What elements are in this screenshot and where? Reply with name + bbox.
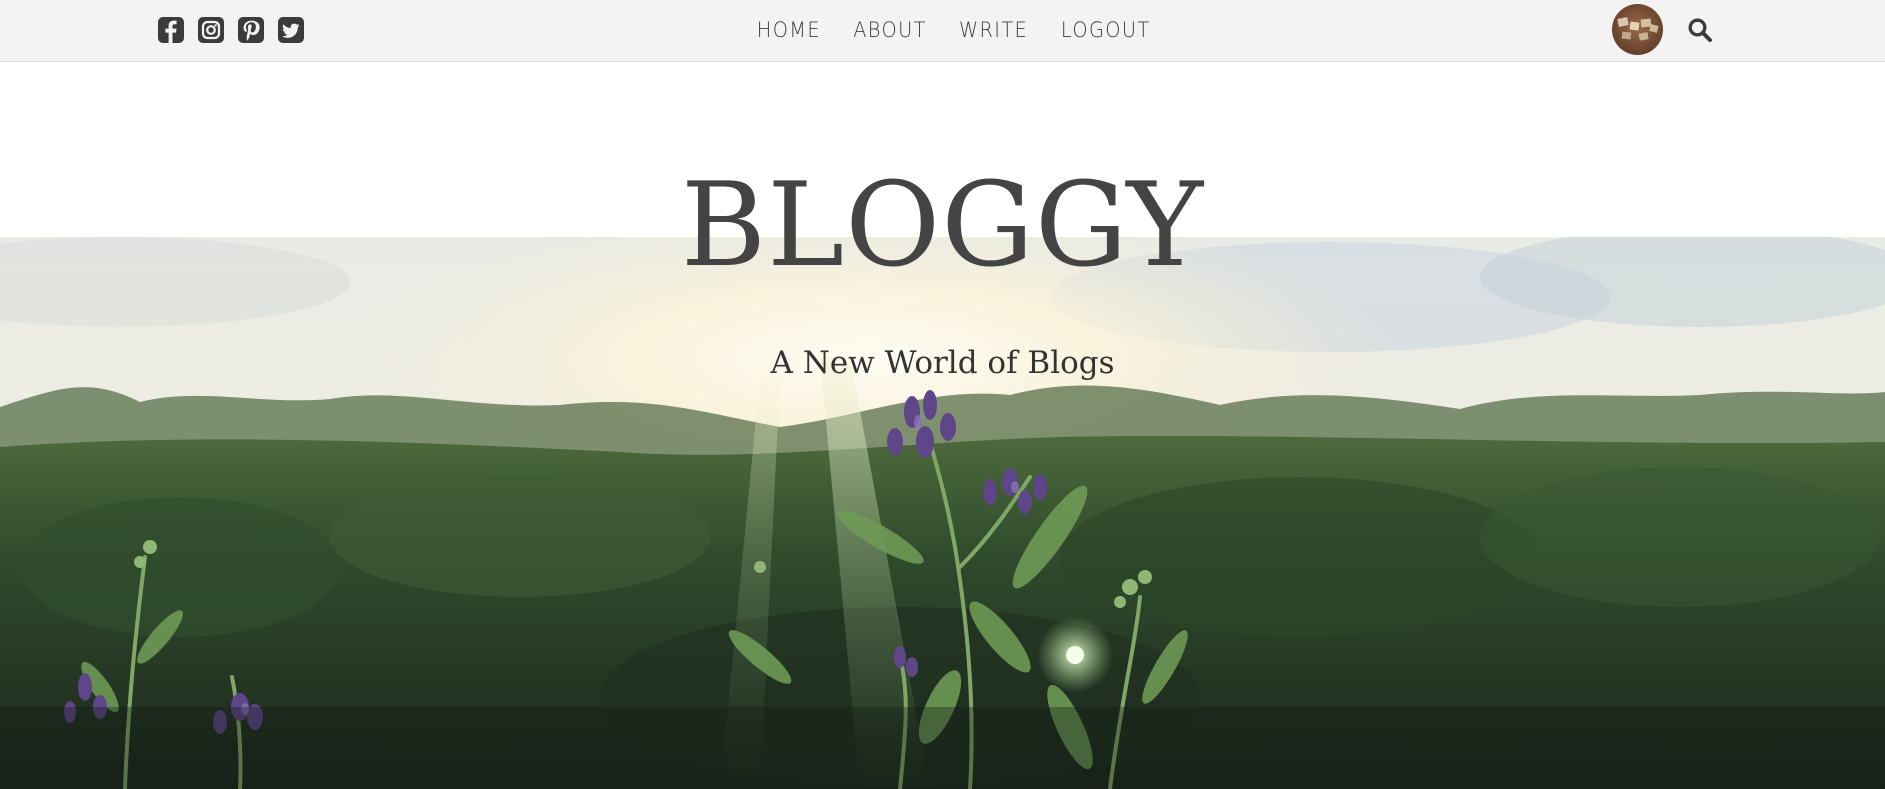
user-avatar[interactable] — [1612, 4, 1663, 55]
facebook-icon[interactable] — [157, 16, 185, 44]
header-hero-image — [0, 237, 1885, 789]
site-header: BLOGGY A New World of Blogs — [0, 62, 1885, 789]
nav-home[interactable]: HOME — [757, 18, 821, 42]
site-title: BLOGGY — [680, 158, 1205, 293]
site-tagline: A New World of Blogs — [770, 345, 1115, 381]
nav-about[interactable]: ABOUT — [853, 18, 927, 42]
meadow-flowers-photo — [0, 237, 1885, 789]
nav-logout[interactable]: LOGOUT — [1061, 18, 1151, 42]
title-wrap: BLOGGY — [0, 168, 1885, 284]
twitter-icon[interactable] — [277, 16, 305, 44]
instagram-icon[interactable] — [197, 16, 225, 44]
top-bar: HOME ABOUT WRITE LOGOUT — [0, 0, 1885, 62]
nav-write[interactable]: WRITE — [959, 18, 1028, 42]
search-icon[interactable] — [1687, 17, 1713, 43]
pinterest-icon[interactable] — [237, 16, 265, 44]
social-links — [157, 16, 305, 44]
avatar-image — [1612, 4, 1663, 55]
